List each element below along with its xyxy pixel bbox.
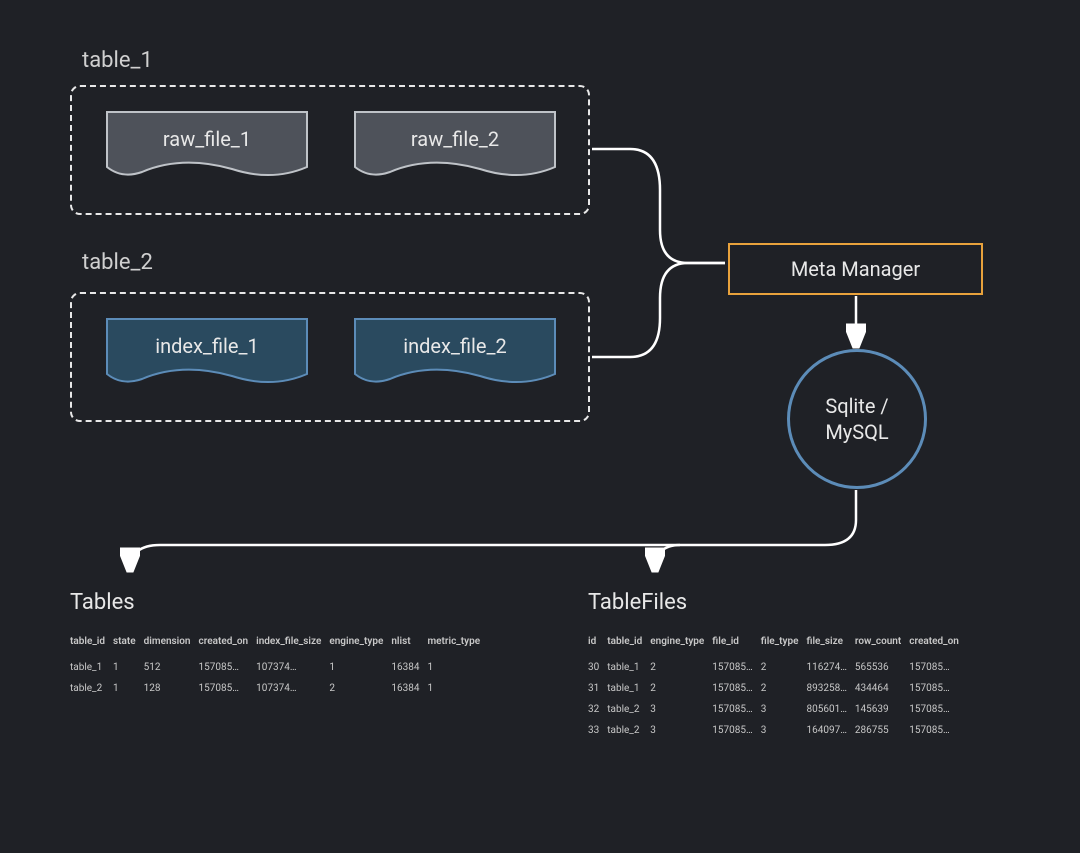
table-cell: 157085… xyxy=(909,657,967,678)
table-row: 33table_23157085…3164097…286755157085… xyxy=(588,720,967,741)
table-cell: 107374… xyxy=(256,657,329,678)
table-row: table_21128157085…107374…2163841 xyxy=(70,678,488,699)
table-row: 31table_12157085…2893258…434464157085… xyxy=(588,678,967,699)
column-header: id xyxy=(588,630,607,657)
column-header: file_id xyxy=(712,630,760,657)
column-header: state xyxy=(113,630,144,657)
table-cell: 128 xyxy=(144,678,199,699)
column-header: table_id xyxy=(70,630,113,657)
column-header: file_size xyxy=(806,630,854,657)
table-cell: 3 xyxy=(650,699,712,720)
table-cell: 1 xyxy=(113,678,144,699)
table-cell: 33 xyxy=(588,720,607,741)
table-cell: 1 xyxy=(329,657,391,678)
table-cell: 1 xyxy=(427,657,488,678)
table-cell: 16384 xyxy=(391,657,427,678)
table-cell: 512 xyxy=(144,657,199,678)
tablefiles-section-title: TableFiles xyxy=(588,590,687,615)
table-cell: 2 xyxy=(761,678,807,699)
table-cell: 157085… xyxy=(199,657,257,678)
table-cell: 157085… xyxy=(909,720,967,741)
table-cell: 157085… xyxy=(909,699,967,720)
table-cell: table_1 xyxy=(607,678,650,699)
table-cell: 157085… xyxy=(909,678,967,699)
column-header: metric_type xyxy=(427,630,488,657)
table-cell: 1 xyxy=(113,657,144,678)
column-header: file_type xyxy=(761,630,807,657)
table-cell: 30 xyxy=(588,657,607,678)
table-cell: table_2 xyxy=(607,699,650,720)
table-row: 30table_12157085…2116274…565536157085… xyxy=(588,657,967,678)
table-cell: 116274… xyxy=(806,657,854,678)
tables-schema-table: table_idstatedimensioncreated_onindex_fi… xyxy=(70,630,488,699)
table-cell: 164097… xyxy=(806,720,854,741)
table-row: 32table_23157085…3805601…145639157085… xyxy=(588,699,967,720)
table-cell: 32 xyxy=(588,699,607,720)
table-cell: 286755 xyxy=(855,720,909,741)
column-header: created_on xyxy=(909,630,967,657)
column-header: engine_type xyxy=(650,630,712,657)
table-cell: 157085… xyxy=(712,678,760,699)
table-cell: 107374… xyxy=(256,678,329,699)
column-header: created_on xyxy=(199,630,257,657)
column-header: table_id xyxy=(607,630,650,657)
tablefiles-schema-table: idtable_idengine_typefile_idfile_typefil… xyxy=(588,630,967,741)
table-cell: table_1 xyxy=(607,657,650,678)
table-cell: 3 xyxy=(761,720,807,741)
table-cell: table_2 xyxy=(70,678,113,699)
table-cell: 145639 xyxy=(855,699,909,720)
table-cell: 3 xyxy=(650,720,712,741)
column-header: dimension xyxy=(144,630,199,657)
column-header: index_file_size xyxy=(256,630,329,657)
table-cell: 805601… xyxy=(806,699,854,720)
table-cell: 434464 xyxy=(855,678,909,699)
table-cell: 2 xyxy=(650,657,712,678)
table-row: table_11512157085…107374…1163841 xyxy=(70,657,488,678)
table-cell: table_2 xyxy=(607,720,650,741)
table-cell: 893258… xyxy=(806,678,854,699)
table-cell: 157085… xyxy=(712,657,760,678)
architecture-diagram: table_1 raw_file_1 raw_file_2 table_2 in… xyxy=(0,0,1080,853)
column-header: engine_type xyxy=(329,630,391,657)
table-cell: table_1 xyxy=(70,657,113,678)
table-cell: 2 xyxy=(650,678,712,699)
table-cell: 2 xyxy=(761,657,807,678)
tables-section-title: Tables xyxy=(70,590,135,615)
column-header: row_count xyxy=(855,630,909,657)
table-cell: 31 xyxy=(588,678,607,699)
table-cell: 1 xyxy=(427,678,488,699)
table-cell: 157085… xyxy=(199,678,257,699)
table-cell: 16384 xyxy=(391,678,427,699)
table-cell: 157085… xyxy=(712,720,760,741)
table-cell: 3 xyxy=(761,699,807,720)
column-header: nlist xyxy=(391,630,427,657)
table-cell: 565536 xyxy=(855,657,909,678)
table-cell: 2 xyxy=(329,678,391,699)
table-cell: 157085… xyxy=(712,699,760,720)
